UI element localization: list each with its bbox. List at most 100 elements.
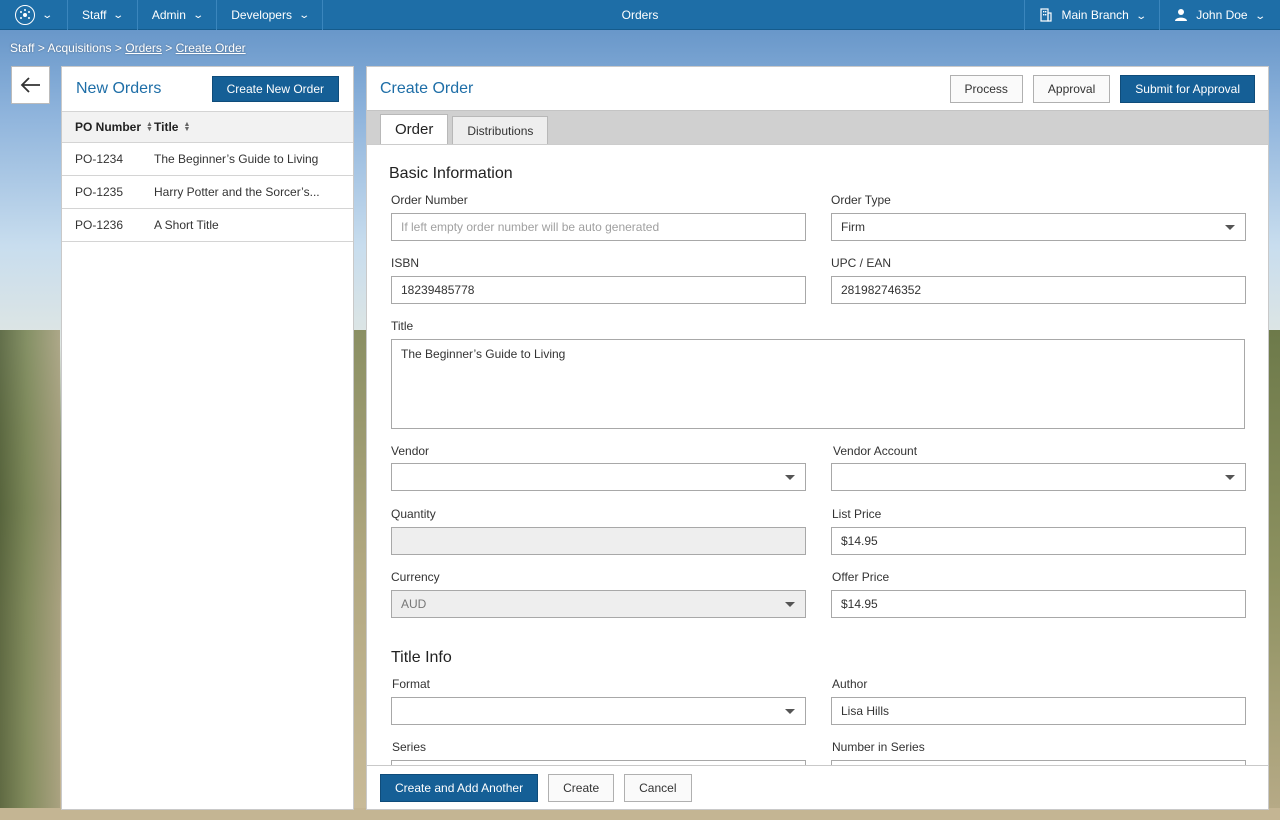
- user-menu[interactable]: John Doe ⌄: [1159, 0, 1280, 30]
- create-order-panel: Create Order Process Approval Submit for…: [366, 66, 1269, 810]
- title-textarea[interactable]: The Beginner’s Guide to Living: [391, 339, 1245, 429]
- upc-ean-input[interactable]: 281982746352: [831, 276, 1246, 304]
- create-new-order-button[interactable]: Create New Order: [211, 76, 339, 102]
- dropdown-caret-icon: [785, 602, 795, 607]
- dropdown-caret-icon: [785, 475, 795, 480]
- background-grass-left: [0, 330, 60, 820]
- table-row[interactable]: PO-1234 The Beginner’s Guide to Living: [62, 143, 353, 176]
- currency-label: Currency: [391, 570, 440, 584]
- currency-select[interactable]: AUD: [391, 590, 806, 618]
- building-icon: [1040, 8, 1053, 22]
- table-row[interactable]: PO-1235 Harry Potter and the Sorcer’s...: [62, 176, 353, 209]
- upc-ean-label: UPC / EAN: [831, 256, 892, 270]
- orders-table-header: PO Number ▲ ▼ Title ▲ ▼: [62, 111, 353, 143]
- list-price-input[interactable]: $14.95: [831, 527, 1246, 555]
- breadcrumb: Staff > Acquisitions > Orders > Create O…: [10, 41, 246, 55]
- quantity-label: Quantity: [391, 507, 436, 521]
- breadcrumb-staff: Staff: [10, 41, 35, 55]
- chevron-down-icon: ⌄: [41, 10, 54, 21]
- format-select[interactable]: [391, 697, 806, 725]
- order-type-label: Order Type: [831, 193, 891, 207]
- cancel-button[interactable]: Cancel: [624, 773, 692, 802]
- isbn-input[interactable]: 18239485778: [391, 276, 806, 304]
- breadcrumb-acquisitions: Acquisitions: [47, 41, 112, 55]
- vendor-account-select[interactable]: [831, 463, 1246, 491]
- logo-icon: [15, 4, 36, 25]
- new-orders-title: New Orders: [76, 80, 162, 97]
- sort-icon: ▲ ▼: [183, 121, 191, 133]
- column-header-po-number[interactable]: PO Number ▲ ▼: [62, 120, 154, 134]
- title-cell: A Short Title: [154, 218, 219, 232]
- po-number-cell: PO-1236: [75, 218, 124, 232]
- nav-menu-label: Admin: [151, 7, 186, 22]
- number-in-series-label: Number in Series: [832, 740, 925, 754]
- nav-menu-admin[interactable]: Admin ⌄: [138, 0, 218, 30]
- column-header-label: PO Number: [75, 120, 142, 134]
- currency-value: AUD: [401, 597, 427, 611]
- column-header-title[interactable]: Title ▲ ▼: [154, 120, 353, 134]
- isbn-label: ISBN: [391, 256, 420, 270]
- breadcrumb-separator: >: [165, 41, 173, 55]
- user-name: John Doe: [1196, 8, 1248, 22]
- back-button[interactable]: [11, 66, 50, 104]
- vendor-label: Vendor: [391, 444, 430, 458]
- breadcrumb-orders-link[interactable]: Orders: [125, 41, 162, 55]
- breadcrumb-create-order-link[interactable]: Create Order: [176, 41, 246, 55]
- section-title-info: Title Info: [391, 649, 452, 666]
- quantity-input[interactable]: [391, 527, 806, 555]
- author-label: Author: [832, 677, 868, 691]
- nav-menu-developers[interactable]: Developers ⌄: [217, 0, 324, 30]
- arrow-left-icon: [20, 77, 40, 93]
- order-form: Basic Information Order Number If left e…: [367, 144, 1268, 766]
- chevron-down-icon: ⌄: [112, 10, 125, 21]
- background-grass-right: [1268, 330, 1280, 820]
- sort-icon: ▲ ▼: [146, 121, 153, 133]
- branch-label: Main Branch: [1061, 8, 1129, 22]
- po-number-cell: PO-1234: [75, 152, 124, 166]
- format-label: Format: [392, 677, 431, 691]
- tab-bar: Order Distributions: [367, 110, 1268, 144]
- dropdown-caret-icon: [1225, 475, 1235, 480]
- top-navigation-bar: ⌄ Staff ⌄ Admin ⌄ Developers ⌄ Orders Ma…: [0, 0, 1280, 30]
- series-label: Series: [392, 740, 427, 754]
- chevron-down-icon: ⌄: [192, 10, 204, 21]
- vendor-select[interactable]: [391, 463, 806, 491]
- title-label: Title: [391, 319, 414, 333]
- tab-order[interactable]: Order: [380, 114, 449, 144]
- dropdown-caret-icon: [1225, 225, 1235, 230]
- chevron-down-icon: ⌄: [1135, 10, 1147, 22]
- list-price-label: List Price: [832, 507, 882, 521]
- tab-distributions[interactable]: Distributions: [452, 116, 549, 144]
- vendor-account-label: Vendor Account: [833, 444, 918, 458]
- submit-for-approval-button[interactable]: Submit for Approval: [1120, 74, 1255, 103]
- author-input[interactable]: Lisa Hills: [831, 697, 1246, 725]
- background-sand: [354, 330, 366, 820]
- create-and-add-another-button[interactable]: Create and Add Another: [380, 773, 539, 802]
- nav-menu-label: Developers: [231, 7, 292, 22]
- order-number-input[interactable]: If left empty order number will be auto …: [391, 213, 806, 241]
- create-order-title: Create Order: [380, 79, 474, 97]
- order-type-select[interactable]: Firm: [831, 213, 1246, 241]
- user-icon: [1175, 9, 1188, 21]
- section-basic-information: Basic Information: [389, 165, 513, 182]
- nav-menu-staff[interactable]: Staff ⌄: [68, 0, 138, 30]
- process-button[interactable]: Process: [949, 74, 1023, 103]
- order-type-value: Firm: [841, 220, 865, 234]
- branch-selector[interactable]: Main Branch ⌄: [1024, 0, 1159, 30]
- chevron-down-icon: ⌄: [1253, 10, 1266, 22]
- form-footer: Create and Add Another Create Cancel: [367, 765, 1268, 809]
- order-number-label: Order Number: [391, 193, 468, 207]
- po-number-cell: PO-1235: [75, 185, 124, 199]
- title-cell: Harry Potter and the Sorcer’s...: [154, 185, 320, 199]
- new-orders-panel: New Orders Create New Order PO Number ▲ ▼…: [61, 66, 354, 810]
- title-cell: The Beginner’s Guide to Living: [154, 152, 319, 166]
- offer-price-input[interactable]: $14.95: [831, 590, 1246, 618]
- chevron-down-icon: ⌄: [298, 10, 311, 21]
- create-button[interactable]: Create: [548, 773, 615, 802]
- nav-menu-label: Staff: [82, 7, 107, 22]
- offer-price-label: Offer Price: [832, 570, 890, 584]
- app-logo-menu[interactable]: ⌄: [0, 0, 68, 30]
- breadcrumb-separator: >: [37, 41, 45, 55]
- approval-button[interactable]: Approval: [1032, 74, 1111, 103]
- table-row[interactable]: PO-1236 A Short Title: [62, 209, 353, 242]
